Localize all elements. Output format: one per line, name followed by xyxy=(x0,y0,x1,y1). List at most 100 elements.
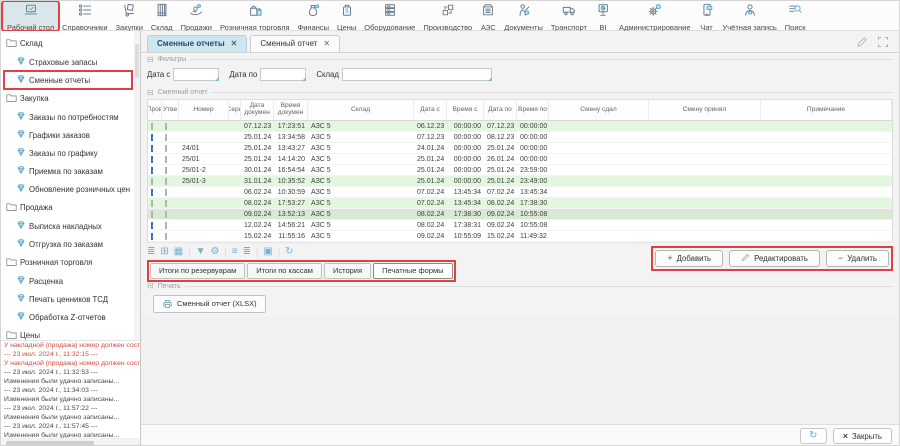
toolbar-item-chat[interactable]: Чат xyxy=(695,2,719,30)
column-header[interactable]: Время с xyxy=(447,100,484,120)
toolbar-item-transport[interactable]: Транспорт xyxy=(547,2,591,30)
tree-folder-purchasing[interactable]: Закупка xyxy=(4,89,132,108)
toolbar-item-bi[interactable]: BI xyxy=(591,2,615,30)
toolbar-item-retail[interactable]: Розничная торговля xyxy=(216,2,294,30)
posted-checkbox[interactable] xyxy=(151,145,153,152)
sidebar-item-shipment-by-orders[interactable]: Отгрузка по заказам xyxy=(4,235,132,253)
collapse-icon[interactable]: ⊟ xyxy=(147,89,154,97)
table-row[interactable]: 12.02.2414:56:21АЗС 508.02.2417:38:3109.… xyxy=(148,220,892,231)
approved-checkbox[interactable] xyxy=(165,222,167,229)
filter-input-date-to[interactable] xyxy=(260,68,306,81)
toolbar-item-finance[interactable]: Финансы xyxy=(294,2,334,30)
column-header[interactable]: Номер xyxy=(179,100,229,120)
posted-checkbox[interactable] xyxy=(151,200,153,207)
sidebar-item-order-schedules[interactable]: Графики заказов xyxy=(4,126,132,144)
approved-checkbox[interactable] xyxy=(165,167,167,174)
posted-checkbox[interactable] xyxy=(151,123,153,130)
detail-tab-print-forms[interactable]: Печатные формы xyxy=(373,263,453,279)
toolbar-item-search[interactable]: Поиск xyxy=(781,2,810,30)
document-tab[interactable]: Сменный отчет✕ xyxy=(250,35,340,52)
posted-checkbox[interactable] xyxy=(151,222,153,229)
toolbar-item-administration[interactable]: Администрирование xyxy=(615,2,695,30)
approved-checkbox[interactable] xyxy=(165,189,167,196)
column-header[interactable]: Время докумен xyxy=(274,100,308,120)
column-header[interactable]: Смену сдал xyxy=(549,100,649,120)
toolbar-item-equipment[interactable]: Оборудование xyxy=(360,2,419,30)
filter-input-date-from[interactable] xyxy=(173,68,219,81)
calendar-icon[interactable]: ▦ xyxy=(174,247,183,257)
filter-input-field-warehouse[interactable] xyxy=(343,69,491,80)
add-to-list-icon[interactable]: ≣ xyxy=(243,247,251,257)
sidebar-item-orders-by-needs[interactable]: Заказы по потребностям xyxy=(4,108,132,126)
toolbar-item-warehouse[interactable]: Склад xyxy=(147,2,177,30)
add-button[interactable]: +Добавить xyxy=(655,250,723,267)
log-scrollbar-thumb[interactable] xyxy=(6,441,94,446)
list-view-icon[interactable]: ≣ xyxy=(147,247,155,257)
toolbar-item-desktop[interactable]: Рабочий стол xyxy=(3,2,58,30)
toolbar-item-account[interactable]: Учётная запись xyxy=(719,2,781,30)
table-row[interactable]: 25.01.2413:34:58АЗС 507.12.2300:00:0008.… xyxy=(148,132,892,143)
column-header[interactable]: Дата по xyxy=(484,100,517,120)
approved-checkbox[interactable] xyxy=(165,200,167,207)
table-row[interactable]: 25/01-230.01.2416:54:54АЗС 525.01.2400:0… xyxy=(148,165,892,176)
tree-folder-warehouse[interactable]: Склад xyxy=(4,34,132,53)
table-row[interactable]: 07.12.2317:23:51АЗС 506.12.2300:00:0007.… xyxy=(148,121,892,132)
sidebar-scrollbar-thumb[interactable] xyxy=(135,44,139,78)
detail-tab-history[interactable]: История xyxy=(324,263,371,279)
column-header[interactable]: Примечание xyxy=(761,100,892,120)
posted-checkbox[interactable] xyxy=(151,233,153,240)
sidebar-item-acceptance-by-orders[interactable]: Приемка по заказам xyxy=(4,162,132,180)
refresh-button[interactable]: ↻ xyxy=(800,428,827,444)
approved-checkbox[interactable] xyxy=(165,211,167,218)
refresh-icon[interactable]: ↻ xyxy=(285,247,293,257)
sidebar-item-orders-by-schedule[interactable]: Заказы по графику xyxy=(4,144,132,162)
filter-icon[interactable]: ▼ xyxy=(196,247,206,257)
settings-icon[interactable]: ⚙ xyxy=(210,247,219,257)
approved-checkbox[interactable] xyxy=(165,145,167,152)
posted-checkbox[interactable] xyxy=(151,156,153,163)
filter-input-warehouse[interactable] xyxy=(342,68,492,81)
sidebar-item-price-tags-tsd[interactable]: Печать ценников ТСД xyxy=(4,290,132,308)
column-header[interactable]: Дата докумен xyxy=(241,100,274,120)
posted-checkbox[interactable] xyxy=(151,178,153,185)
table-row[interactable]: 25/01-331.01.2410:35:52АЗС 525.01.2400:0… xyxy=(148,176,892,187)
collapse-icon[interactable]: ⊟ xyxy=(147,282,154,290)
posted-checkbox[interactable] xyxy=(151,189,153,196)
tab-close-icon[interactable]: ✕ xyxy=(323,39,330,48)
approved-checkbox[interactable] xyxy=(165,134,167,141)
toolbar-item-references[interactable]: Справочники xyxy=(58,2,111,30)
toolbar-item-azs[interactable]: АЗС xyxy=(476,2,500,30)
document-tab[interactable]: Сменные отчеты✕ xyxy=(147,35,247,52)
collapse-icon[interactable]: ⊟ xyxy=(147,56,154,64)
approved-checkbox[interactable] xyxy=(165,178,167,185)
sidebar-item-insurance-stocks[interactable]: Страховые запасы xyxy=(4,53,132,71)
approved-checkbox[interactable] xyxy=(165,156,167,163)
delete-button[interactable]: −Удалить xyxy=(826,250,889,267)
toolbar-item-production[interactable]: Производство xyxy=(419,2,476,30)
edit-button[interactable]: Редактировать xyxy=(729,250,820,267)
tree-folder-prices[interactable]: Цены xyxy=(4,326,132,340)
approved-checkbox[interactable] xyxy=(165,233,167,240)
sidebar-item-retail-price-update[interactable]: Обновление розничных цен xyxy=(4,180,132,198)
export-icon[interactable]: ▣ xyxy=(263,247,272,257)
posted-checkbox[interactable] xyxy=(151,211,153,218)
column-header[interactable]: Утве xyxy=(162,100,179,120)
table-row[interactable]: 09.02.2413:52:13АЗС 508.02.2417:38:3009.… xyxy=(148,209,892,220)
sidebar-item-pricing[interactable]: Расценка xyxy=(4,272,132,290)
edit-pencil-icon[interactable] xyxy=(856,36,868,48)
tab-close-icon[interactable]: ✕ xyxy=(231,39,238,48)
table-row[interactable]: 06.02.2410:30:59АЗС 507.02.2413:45:3407.… xyxy=(148,187,892,198)
approved-checkbox[interactable] xyxy=(165,123,167,130)
column-header[interactable]: Пров xyxy=(148,100,162,120)
toolbar-item-documents[interactable]: Документы xyxy=(500,2,547,30)
posted-checkbox[interactable] xyxy=(151,134,153,141)
tree-folder-retail[interactable]: Розничная торговля xyxy=(4,253,132,272)
sidebar-scrollbar[interactable] xyxy=(134,31,140,340)
column-header[interactable]: Сери xyxy=(229,100,241,120)
table-row[interactable]: 15.02.2411:55:16АЗС 509.02.2410:55:0915.… xyxy=(148,231,892,242)
column-header[interactable]: Смену принял xyxy=(649,100,761,120)
filter-input-field-date-to[interactable] xyxy=(261,69,305,80)
sidebar-item-z-report-processing[interactable]: Обработка Z-отчетов xyxy=(4,308,132,326)
list-icon[interactable]: ≡ xyxy=(232,247,238,257)
toolbar-item-sales[interactable]: Продажи xyxy=(177,2,216,30)
